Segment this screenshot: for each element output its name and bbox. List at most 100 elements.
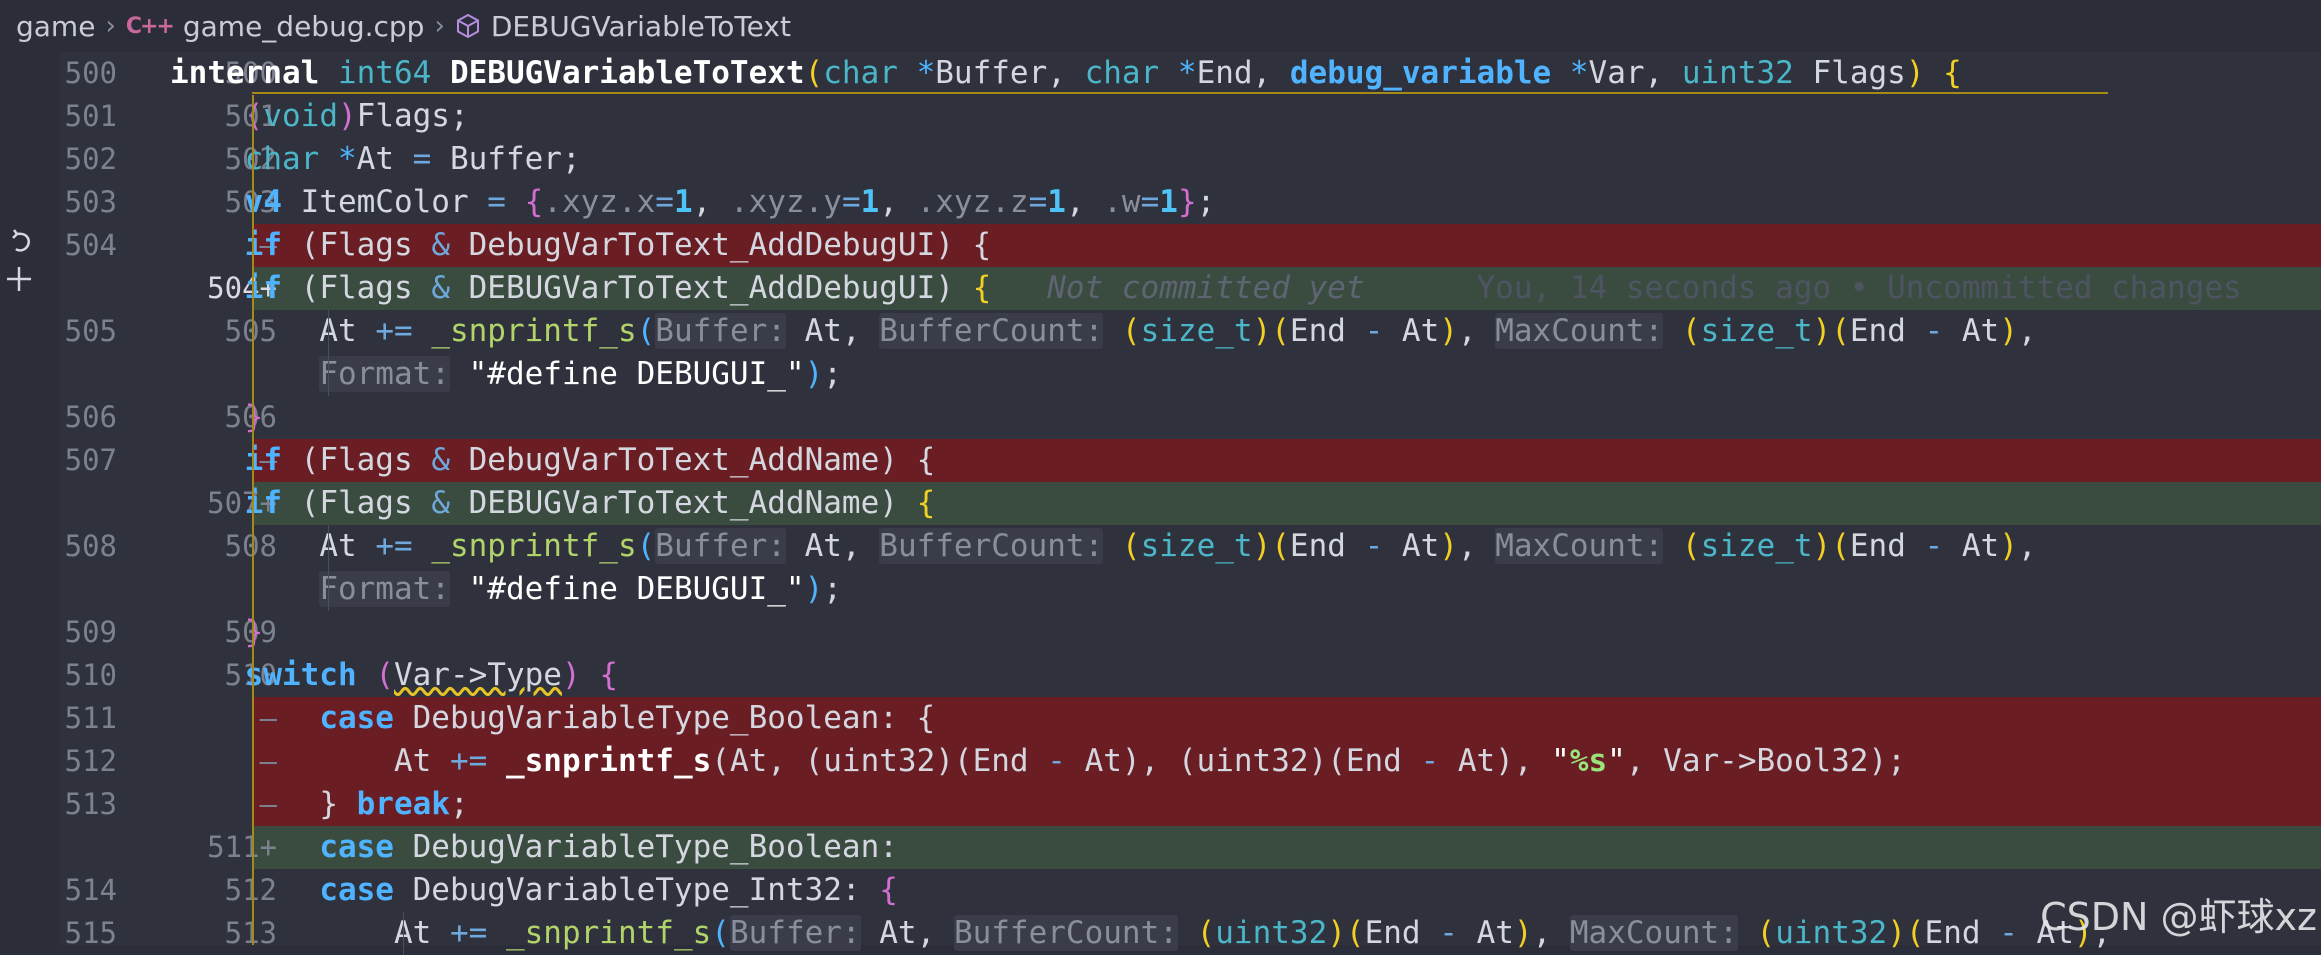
code-line[interactable]: case DebugVariableType_Int32: { [170, 869, 898, 912]
add-icon[interactable] [4, 264, 34, 294]
code-line[interactable]: Format: "#define DEBUGUI_"); [170, 568, 842, 611]
old-line-number: 501 [64, 99, 117, 133]
code-line[interactable]: internal int64 DEBUGVariableToText(char … [170, 52, 1962, 95]
code-token: ( [1681, 313, 1701, 349]
code-token: ; [1196, 184, 1216, 220]
code-token: ( [1121, 313, 1141, 349]
code-token: += [375, 313, 432, 349]
code-line[interactable]: At += _snprintf_s(Buffer: At, BufferCoun… [170, 912, 2111, 955]
code-token: = [1140, 184, 1160, 220]
code-token: At), [1457, 743, 1552, 779]
code-line[interactable]: At += _snprintf_s(At, (uint32)(End - At)… [170, 740, 1906, 783]
revert-icon[interactable] [8, 228, 36, 256]
old-line-number: 511 [64, 701, 117, 735]
code-token: case [319, 700, 413, 736]
old-line-number [60, 482, 117, 525]
code-token: internal [170, 55, 338, 91]
code-token: End [1924, 915, 2000, 951]
code-token: = [841, 184, 861, 220]
code-line[interactable]: At += _snprintf_s(Buffer: At, BufferCoun… [170, 310, 2037, 353]
code-token: ) [804, 356, 824, 392]
code-token: ) [1887, 915, 1906, 951]
code-token: Buffer: [655, 528, 786, 564]
breadcrumb-folder[interactable]: game [16, 10, 95, 43]
code-token: ( [1196, 915, 1216, 951]
code-token: ) [337, 98, 357, 134]
code-token: At [1401, 313, 1440, 349]
code-token: , [1065, 184, 1104, 220]
code-token: %s [1569, 743, 1608, 779]
deleted-line-highlight [252, 783, 2321, 826]
code-token: int64 [337, 55, 450, 91]
code-token: , [879, 184, 917, 220]
old-line-number [60, 353, 117, 396]
code-token: ) [804, 571, 824, 607]
code-line[interactable]: if (Flags & DebugVarToText_AddName) { [170, 439, 936, 482]
code-token: (Flags [300, 227, 432, 263]
code-token: += [375, 528, 432, 564]
old-line-number: 507 [64, 443, 117, 477]
code-token: Format: [319, 356, 450, 392]
code-line[interactable]: char *At = Buffer; [170, 138, 581, 181]
code-token: * [1569, 55, 1589, 91]
code-line[interactable]: if (Flags & DEBUGVarToText_AddName) { [170, 482, 936, 525]
breadcrumb-file[interactable]: game_debug.cpp [183, 10, 425, 43]
old-line-number: 504 [64, 228, 117, 262]
watermark: CSDN @虾球xz [2040, 895, 2317, 939]
code-line[interactable]: if (Flags & DEBUGVarToText_AddDebugUI) {… [170, 267, 2242, 310]
code-line[interactable]: (void)Flags; [170, 95, 469, 138]
code-token: ) [1999, 528, 2018, 564]
code-token: { [599, 657, 618, 693]
code-line[interactable]: } [170, 611, 264, 654]
cpp-file-icon: C++ [125, 13, 175, 39]
code-token: { [879, 872, 898, 908]
old-line-number: 509 [64, 615, 117, 649]
code-token: switch [244, 657, 376, 693]
code-token: uint32 [1215, 915, 1328, 951]
old-line-number: 503 [64, 185, 117, 219]
bracket-guide-top [252, 92, 2108, 94]
code-token: DebugVarToText_AddDebugUI) { [468, 227, 992, 263]
code-token: - [1364, 313, 1402, 349]
code-token: .xyz.z [916, 184, 1029, 220]
old-line-number: 513 [64, 787, 117, 821]
code-line[interactable]: if (Flags & DebugVarToText_AddDebugUI) { [170, 224, 992, 267]
old-line-number: 502 [64, 142, 117, 176]
code-line[interactable]: case DebugVariableType_Boolean: [170, 826, 898, 869]
code-token: " [1607, 743, 1626, 779]
code-token: , [2017, 313, 2037, 349]
code-token: ) [1439, 528, 1458, 564]
code-token: - [1364, 528, 1402, 564]
code-token: ) [1327, 915, 1346, 951]
code-line[interactable]: case DebugVariableType_Boolean: { [170, 697, 935, 740]
indent-guide [328, 525, 329, 611]
blame-info[interactable]: You, 14 seconds ago • Uncommitted change… [1365, 270, 2241, 306]
code-token: .xyz.y [729, 184, 842, 220]
code-token: Buffer: [729, 915, 861, 951]
code-line[interactable]: switch (Var->Type) { [170, 654, 618, 697]
breadcrumb: game › C++ game_debug.cpp › DEBUGVariabl… [0, 0, 2321, 52]
code-line[interactable]: Format: "#define DEBUGUI_"); [170, 353, 842, 396]
code-line[interactable]: } [170, 396, 264, 439]
code-token: { [1943, 55, 1962, 91]
breadcrumb-symbol[interactable]: DEBUGVariableToText [491, 10, 791, 43]
code-line[interactable]: At += _snprintf_s(Buffer: At, BufferCoun… [170, 525, 2037, 568]
code-token: Format: [319, 571, 450, 607]
code-token: (Flags [300, 442, 432, 478]
blame-annotation: Not committed yet [991, 270, 1365, 306]
code-token: DebugVariableType_Int32: [412, 872, 880, 908]
code-token: At [1476, 915, 1514, 951]
code-token: _snprintf_s [505, 915, 712, 951]
code-token: DebugVariableType_Boolean: [412, 829, 898, 865]
code-token: MaxCount: [1569, 915, 1738, 951]
code-editor[interactable]: 500 500 internal int64 DEBUGVariableToText… [60, 52, 2321, 955]
code-line[interactable]: } break; [170, 783, 468, 826]
code-line[interactable]: v4 ItemColor = {.xyz.x=1, .xyz.y=1, .xyz… [170, 181, 1216, 224]
